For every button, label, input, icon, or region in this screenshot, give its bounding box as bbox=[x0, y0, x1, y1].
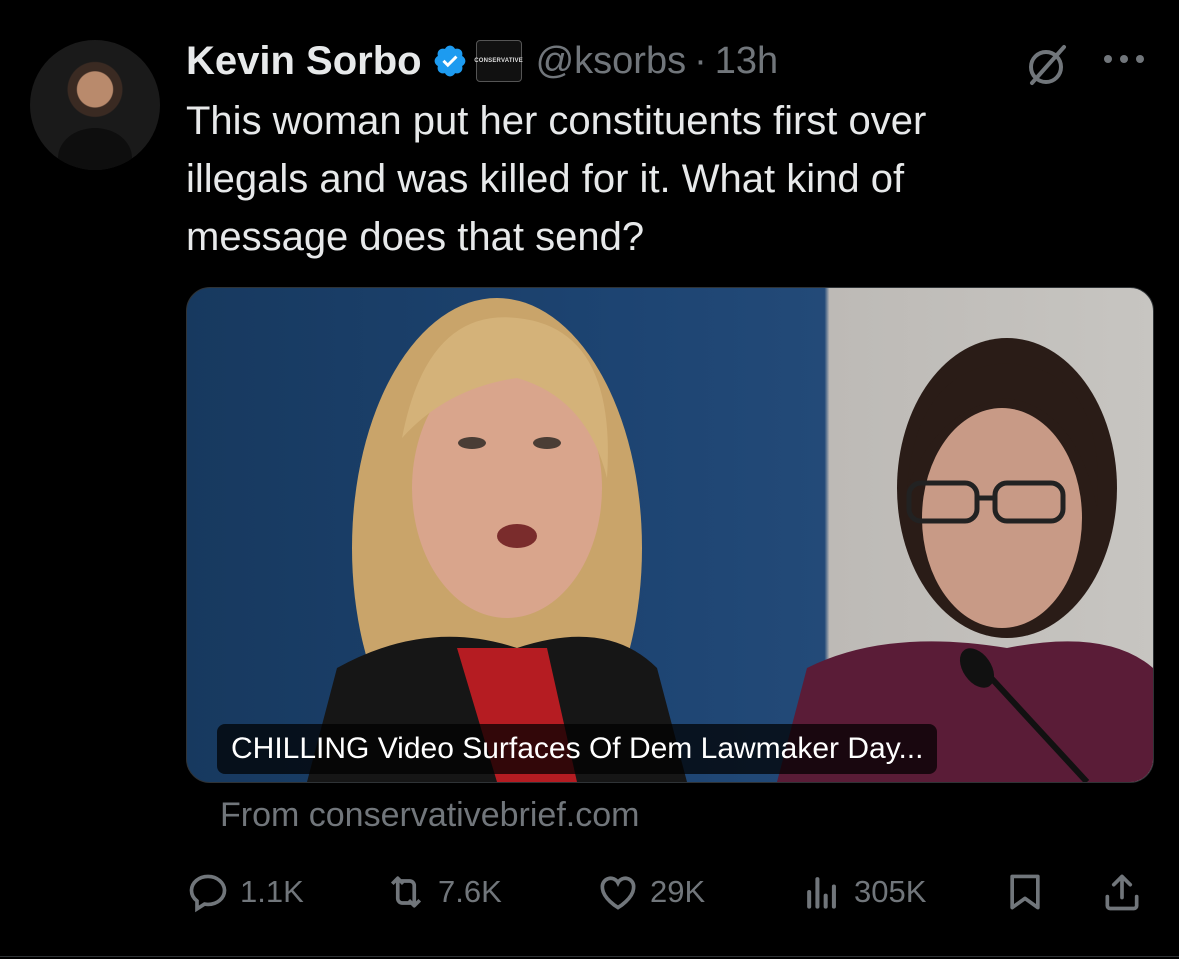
more-icon[interactable] bbox=[1098, 44, 1150, 74]
like-button[interactable]: 29K bbox=[596, 864, 705, 920]
views-icon bbox=[807, 877, 836, 909]
like-count: 29K bbox=[650, 874, 706, 909]
link-card[interactable]: CHILLING Video Surfaces Of Dem Lawmaker … bbox=[186, 287, 1154, 783]
views-button[interactable]: 305K bbox=[800, 864, 926, 920]
article-image bbox=[307, 298, 1153, 782]
reply-count: 1.1K bbox=[240, 874, 304, 909]
timestamp[interactable]: 13h bbox=[715, 40, 778, 83]
repost-button[interactable]: 7.6K bbox=[384, 864, 502, 920]
tweet-text: This woman put her constituents first ov… bbox=[186, 99, 927, 259]
bookmark-button[interactable] bbox=[1003, 870, 1047, 919]
link-card-title[interactable]: CHILLING Video Surfaces Of Dem Lawmaker … bbox=[217, 724, 938, 774]
views-count: 305K bbox=[854, 874, 927, 909]
grok-icon[interactable] bbox=[1022, 40, 1072, 90]
header-separator: · bbox=[694, 39, 707, 82]
affiliation-badge[interactable]: CONSERVATIVE bbox=[474, 40, 523, 82]
link-source[interactable]: From conservativebrief.com bbox=[220, 796, 639, 835]
tweet-header: Kevin Sorbo CONSERVATIVE @ksorbs · 13h bbox=[186, 34, 778, 88]
tweet-divider bbox=[0, 956, 1179, 957]
author-handle[interactable]: @ksorbs bbox=[536, 40, 687, 83]
share-button[interactable] bbox=[1100, 870, 1144, 919]
reply-icon bbox=[189, 874, 227, 913]
repost-count: 7.6K bbox=[438, 874, 502, 909]
reply-button[interactable]: 1.1K bbox=[186, 864, 304, 920]
like-icon bbox=[600, 876, 636, 910]
action-bar: 1.1K 7.6K 29K 305K bbox=[186, 864, 1152, 920]
author-name[interactable]: Kevin Sorbo bbox=[186, 39, 422, 84]
share-icon bbox=[1105, 874, 1139, 911]
author-avatar[interactable] bbox=[30, 40, 160, 170]
bookmark-icon bbox=[1010, 874, 1040, 910]
verified-badge-icon bbox=[434, 45, 465, 77]
repost-icon bbox=[390, 876, 422, 908]
